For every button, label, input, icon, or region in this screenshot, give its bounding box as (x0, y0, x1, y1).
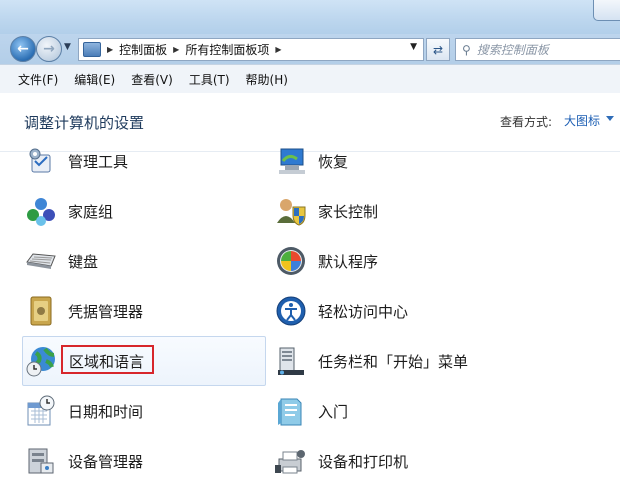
menu-view[interactable]: 查看(V) (131, 71, 173, 88)
keyboard-icon (24, 244, 58, 278)
default-programs-icon (274, 244, 308, 278)
back-arrow-icon: ← (17, 41, 29, 57)
refresh-button[interactable]: ⇄ (426, 38, 450, 61)
item-label: 入门 (318, 402, 349, 421)
item-credential-manager[interactable]: 凭据管理器 (24, 287, 143, 335)
item-parental-controls[interactable]: 家长控制 (274, 187, 378, 235)
view-by-label: 查看方式: (500, 115, 553, 129)
item-label: 家庭组 (68, 202, 114, 221)
item-label: 管理工具 (68, 152, 129, 171)
getting-started-icon (274, 394, 308, 428)
search-icon: ⚲ (462, 42, 471, 57)
admin-tools-icon (24, 144, 58, 178)
back-button[interactable]: ← (10, 36, 36, 62)
item-label: 凭据管理器 (68, 302, 144, 321)
item-label: 键盘 (68, 252, 99, 271)
view-by-dropdown[interactable]: 大图标 (564, 112, 600, 129)
address-dropdown-icon[interactable]: ▼ (410, 42, 417, 52)
forward-arrow-icon: → (43, 41, 55, 57)
device-manager-icon (24, 444, 58, 478)
breadcrumb-separator-icon[interactable]: ▶ (107, 45, 113, 54)
item-label: 轻松访问中心 (318, 302, 409, 321)
item-label: 任务栏和「开始」菜单 (318, 352, 469, 371)
item-label: 日期和时间 (68, 402, 144, 421)
item-label: 设备管理器 (68, 452, 144, 471)
menu-tools[interactable]: 工具(T) (189, 71, 230, 88)
menu-edit[interactable]: 编辑(E) (74, 71, 115, 88)
breadcrumb-all-items[interactable]: 所有控制面板项 (185, 41, 269, 58)
refresh-icon: ⇄ (432, 42, 444, 57)
menu-file[interactable]: 文件(F) (18, 71, 58, 88)
title-bar (0, 0, 620, 34)
control-panel-icon (83, 42, 101, 57)
search-placeholder: 搜索控制面板 (476, 43, 549, 57)
taskbar-start-menu-icon (274, 344, 308, 378)
parental-controls-icon (274, 194, 308, 228)
item-default-programs[interactable]: 默认程序 (274, 237, 378, 285)
forward-button[interactable]: → (36, 36, 62, 62)
breadcrumb-control-panel[interactable]: 控制面板 (119, 41, 167, 58)
close-button[interactable] (593, 0, 620, 21)
region-language-icon (25, 344, 59, 378)
menu-help[interactable]: 帮助(H) (246, 71, 288, 88)
page-title: 调整计算机的设置 (24, 114, 145, 132)
view-by-dropdown-icon[interactable] (606, 116, 614, 121)
credential-manager-icon (24, 294, 58, 328)
devices-printers-icon (274, 444, 308, 478)
breadcrumb-separator-icon[interactable]: ▶ (173, 45, 179, 54)
item-label: 设备和打印机 (318, 452, 409, 471)
item-recovery[interactable]: 恢复 (274, 137, 348, 185)
recovery-icon (274, 144, 308, 178)
item-label: 家长控制 (318, 202, 379, 221)
homegroup-icon (24, 194, 58, 228)
address-bar[interactable]: ▶ 控制面板 ▶ 所有控制面板项 ▶ ▼ (78, 38, 424, 61)
item-getting-started[interactable]: 入门 (274, 387, 348, 435)
item-devices-printers[interactable]: 设备和打印机 (274, 437, 408, 485)
item-ease-of-access[interactable]: 轻松访问中心 (274, 287, 408, 335)
date-time-icon (24, 394, 58, 428)
item-label: 默认程序 (318, 252, 379, 271)
highlight-box (61, 345, 154, 374)
item-homegroup[interactable]: 家庭组 (24, 187, 113, 235)
item-taskbar-start-menu[interactable]: 任务栏和「开始」菜单 (274, 337, 468, 385)
item-date-time[interactable]: 日期和时间 (24, 387, 143, 435)
menu-bar: 文件(F) 编辑(E) 查看(V) 工具(T) 帮助(H) (0, 64, 620, 94)
recent-pages-dropdown[interactable]: ▼ (64, 42, 71, 52)
item-admin-tools[interactable]: 管理工具 (24, 137, 128, 185)
item-device-manager[interactable]: 设备管理器 (24, 437, 143, 485)
ease-of-access-icon (274, 294, 308, 328)
breadcrumb-separator-icon[interactable]: ▶ (275, 45, 281, 54)
search-input[interactable]: ⚲ 搜索控制面板 (455, 38, 620, 61)
item-label: 恢复 (318, 152, 349, 171)
navigation-bar: ← → ▼ ▶ 控制面板 ▶ 所有控制面板项 ▶ ▼ ⇄ ⚲ 搜索控制面板 (0, 34, 620, 64)
item-keyboard[interactable]: 键盘 (24, 237, 98, 285)
